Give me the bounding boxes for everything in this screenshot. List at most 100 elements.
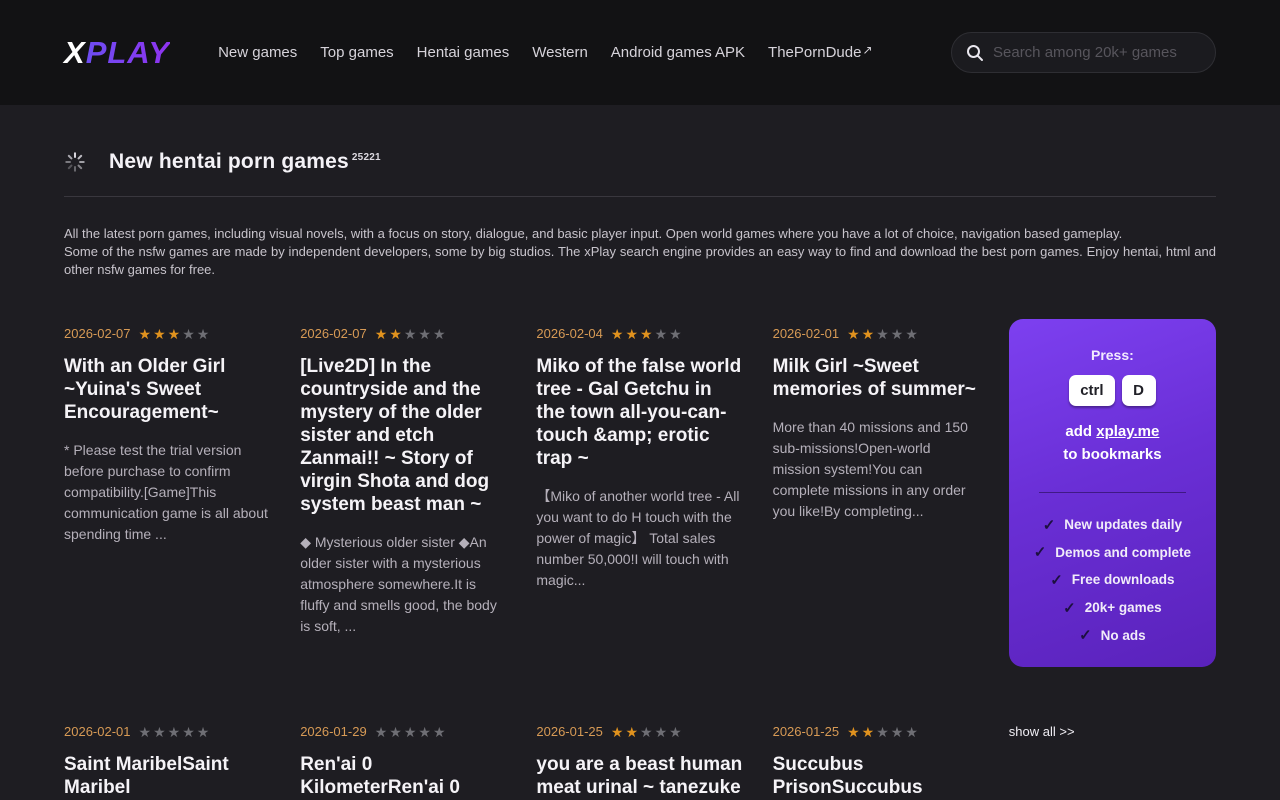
nav-item-android-games-apk[interactable]: Android games APK <box>611 44 745 61</box>
card-meta: 2026-02-01 ★★★★★ <box>64 724 271 739</box>
star-empty-icon: ★ <box>891 724 906 740</box>
star-rating: ★★★★★ <box>139 725 212 739</box>
main-nav: New games Top games Hentai games Western And… <box>218 44 951 61</box>
game-card: 2026-01-25★★★★★you are a beast human mea… <box>536 717 743 800</box>
star-filled-icon: ★ <box>389 326 404 342</box>
star-rating: ★★★★★ <box>375 725 448 739</box>
games-grid: 2026-02-07★★★★★With an Older Girl ~Yuina… <box>64 319 1216 800</box>
promo-divider <box>1039 492 1186 493</box>
logo-x: X <box>64 35 86 70</box>
card-meta: 2026-01-25 ★★★★★ <box>773 724 980 739</box>
star-empty-icon: ★ <box>905 326 920 342</box>
star-filled-icon: ★ <box>153 326 168 342</box>
star-empty-icon: ★ <box>655 326 670 342</box>
game-card: 2026-02-01 ★★★★★ Saint MaribelSaint Maribe… <box>64 717 271 800</box>
page-title: New hentai porn games25221 <box>109 150 381 174</box>
game-card: 2026-02-07 ★★★★★ With an Older Girl ~Yuina… <box>64 319 271 667</box>
title-divider <box>64 196 1216 197</box>
card-meta: 2026-02-04★★★★★ <box>536 326 743 341</box>
star-rating: ★★★★★ <box>847 327 920 341</box>
game-card: 2026-02-07 ★★★★★ [Live2D] In the countrysi… <box>300 319 507 667</box>
promo-feature: ✓ 20k+ games <box>1063 594 1162 622</box>
show-all-link[interactable]: show all >> <box>1009 717 1216 739</box>
search-input[interactable] <box>993 44 1201 61</box>
intro-text-line2: Some of the nsfw games are made by indep… <box>64 243 1216 279</box>
game-card: 2026-02-01★★★★★Milk Girl ~Sweet memories… <box>773 319 980 667</box>
star-empty-icon: ★ <box>433 326 448 342</box>
promo-feature: ✓No ads <box>1079 621 1146 649</box>
nav-item-hentai-games[interactable]: Hentai games <box>417 44 510 61</box>
star-rating: ★★★★★ <box>847 725 920 739</box>
game-title-link[interactable]: Succubus PrisonSuccubus Prison <box>773 753 980 800</box>
star-rating: ★★★★★ <box>139 327 212 341</box>
bookmark-promo-box: Press: ctrl D add xplay.me to bookmarks … <box>1009 319 1216 667</box>
search-box[interactable] <box>951 32 1216 73</box>
promo-feature-label: 20k+ games <box>1085 600 1162 615</box>
promo-feature-label: Free downloads <box>1072 572 1175 587</box>
game-description: 【Miko of another world tree - All you wa… <box>536 486 743 591</box>
card-date: 2026-02-07 <box>300 326 367 341</box>
star-empty-icon: ★ <box>404 724 419 740</box>
star-filled-icon: ★ <box>847 326 862 342</box>
star-empty-icon: ★ <box>139 724 154 740</box>
star-filled-icon: ★ <box>862 326 877 342</box>
main-content: New hentai porn games25221 All the lates… <box>0 105 1280 800</box>
nav-item-western[interactable]: Western <box>532 44 588 61</box>
card-date: 2026-01-25 <box>773 724 840 739</box>
search-icon <box>966 44 984 62</box>
nav-item-theporndude[interactable]: ThePornDude↗ <box>768 44 872 61</box>
game-title-link[interactable]: Saint MaribelSaint Maribel <box>64 753 271 799</box>
star-empty-icon: ★ <box>182 724 197 740</box>
card-date: 2026-02-07 <box>64 326 131 341</box>
star-empty-icon: ★ <box>433 724 448 740</box>
star-empty-icon: ★ <box>153 724 168 740</box>
game-title-link[interactable]: you are a beast human meat urinal ~ tane… <box>536 753 743 800</box>
game-description: * Please test the trial version before p… <box>64 440 271 545</box>
card-date: 2026-02-04 <box>536 326 603 341</box>
promo-feature-label: Demos and complete <box>1055 545 1191 560</box>
ctrl-keycap: ctrl <box>1069 375 1114 406</box>
star-rating: ★★★★★ <box>375 327 448 341</box>
nav-item-top-games[interactable]: Top games <box>320 44 393 61</box>
star-empty-icon: ★ <box>404 326 419 342</box>
promo-feature: ✓New updates daily <box>1043 511 1182 539</box>
intro-text-line1: All the latest porn games, including vis… <box>64 225 1216 243</box>
promo-keys: ctrl D <box>1069 375 1155 406</box>
loading-spinner-icon <box>64 151 86 173</box>
star-filled-icon: ★ <box>625 724 640 740</box>
promo-feature-label: New updates daily <box>1064 517 1182 532</box>
card-date: 2026-01-25 <box>536 724 603 739</box>
card-date: 2026-02-01 <box>64 724 131 739</box>
checkmark-icon: ✓ <box>1050 571 1063 589</box>
star-filled-icon: ★ <box>375 326 390 342</box>
promo-feature-label: No ads <box>1101 628 1146 643</box>
game-title-link[interactable]: Miko of the false world tree - Gal Getch… <box>536 355 743 470</box>
card-meta: 2026-02-07 ★★★★★ <box>300 326 507 341</box>
star-empty-icon: ★ <box>655 724 670 740</box>
game-description: ◆ Mysterious older sister ◆An older sist… <box>300 532 507 637</box>
game-description: More than 40 missions and 150 sub-missio… <box>773 417 980 522</box>
checkmark-icon: ✓ <box>1063 599 1076 617</box>
d-keycap: D <box>1122 375 1156 406</box>
promo-feature: ✓ Demos and complete <box>1034 539 1191 567</box>
star-filled-icon: ★ <box>611 724 626 740</box>
nav-item-new-games[interactable]: New games <box>218 44 297 61</box>
game-title-link[interactable]: Milk Girl ~Sweet memories of summer~ <box>773 355 980 401</box>
game-title-link[interactable]: With an Older Girl ~Yuina's Sweet Encour… <box>64 355 271 424</box>
star-filled-icon: ★ <box>847 724 862 740</box>
star-filled-icon: ★ <box>139 326 154 342</box>
xplay-me-link[interactable]: xplay.me <box>1096 423 1159 440</box>
game-title-link[interactable]: [Live2D] In the countryside and the myst… <box>300 355 507 516</box>
game-title-link[interactable]: Ren'ai 0 KilometerRen'ai 0 Kilometer <box>300 753 507 800</box>
star-empty-icon: ★ <box>905 724 920 740</box>
card-date: 2026-01-29 <box>300 724 367 739</box>
star-empty-icon: ★ <box>669 724 684 740</box>
card-meta: 2026-02-07 ★★★★★ <box>64 326 271 341</box>
site-logo[interactable]: XPLAY <box>64 35 170 71</box>
game-card: 2026-02-04★★★★★Miko of the false world t… <box>536 319 743 667</box>
promo-feature: ✓ Free downloads <box>1050 566 1174 594</box>
star-rating: ★★★★★ <box>611 327 684 341</box>
game-card: 2026-01-29★★★★★Ren'ai 0 KilometerRen'ai … <box>300 717 507 800</box>
checkmark-icon: ✓ <box>1034 543 1047 561</box>
star-filled-icon: ★ <box>625 326 640 342</box>
